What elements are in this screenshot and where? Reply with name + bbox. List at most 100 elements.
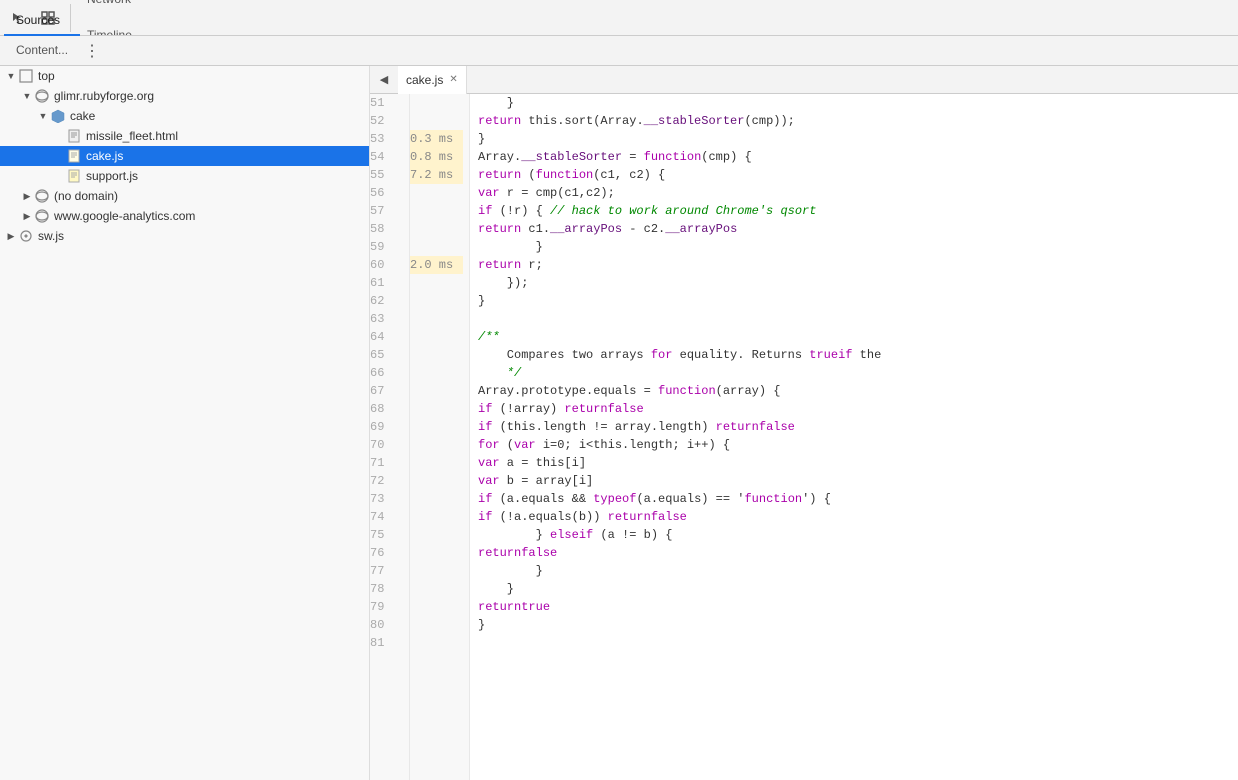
more-options-button[interactable]: ⋮ bbox=[80, 39, 104, 63]
line-number: 67 bbox=[370, 382, 403, 400]
line-number: 61 bbox=[370, 274, 403, 292]
timing-cell bbox=[410, 310, 463, 328]
timing-cell bbox=[410, 598, 463, 616]
file-tabs: ◀ cake.js ✕ bbox=[370, 66, 1238, 94]
code-lines: } return this.sort(Array.__stableSorter(… bbox=[470, 94, 1238, 780]
tree-arrow bbox=[52, 129, 66, 143]
line-number: 74 bbox=[370, 508, 403, 526]
tree-arrow: ▼ bbox=[20, 89, 34, 103]
timing-cell bbox=[410, 526, 463, 544]
tree-item-label: www.google-analytics.com bbox=[54, 209, 195, 223]
timing-cell bbox=[410, 472, 463, 490]
code-line: }); bbox=[478, 274, 1238, 292]
tree-items: ▼top▼glimr.rubyforge.org▼cakemissile_fle… bbox=[0, 66, 369, 246]
timing-cell bbox=[410, 184, 463, 202]
tree-item-top[interactable]: ▼ top bbox=[0, 66, 369, 86]
code-line: return true bbox=[478, 598, 1238, 616]
tree-item-cake[interactable]: ▼cake bbox=[0, 106, 369, 126]
tree-item-icon bbox=[34, 188, 50, 204]
line-number: 78 bbox=[370, 580, 403, 598]
line-number: 58 bbox=[370, 220, 403, 238]
code-line bbox=[478, 634, 1238, 652]
tree-item-cake-js[interactable]: cake.js bbox=[0, 146, 369, 166]
nav-tab-network[interactable]: Network bbox=[75, 0, 168, 18]
timing-cell bbox=[410, 94, 463, 112]
line-number: 65 bbox=[370, 346, 403, 364]
code-line: /** bbox=[478, 328, 1238, 346]
line-number: 63 bbox=[370, 310, 403, 328]
line-number: 64 bbox=[370, 328, 403, 346]
code-line: Array.__stableSorter = function(cmp) { bbox=[478, 148, 1238, 166]
code-line: return r; bbox=[478, 256, 1238, 274]
line-number: 52 bbox=[370, 112, 403, 130]
line-number: 56 bbox=[370, 184, 403, 202]
tree-item-label: cake.js bbox=[86, 149, 123, 163]
line-number: 53 bbox=[370, 130, 403, 148]
top-nav-tabs: ElementsConsoleSourcesApplicationNetwork… bbox=[75, 0, 168, 36]
file-tab-cake-js[interactable]: cake.js ✕ bbox=[398, 66, 467, 94]
code-line: Array.prototype.equals = function(array)… bbox=[478, 382, 1238, 400]
code-line: if (!r) { // hack to work around Chrome'… bbox=[478, 202, 1238, 220]
code-line: for (var i=0; i<this.length; i++) { bbox=[478, 436, 1238, 454]
code-editor[interactable]: 5152535455565758596061626364656667686970… bbox=[370, 94, 1238, 780]
tree-item-icon bbox=[66, 148, 82, 164]
line-number: 71 bbox=[370, 454, 403, 472]
code-line: var r = cmp(c1,c2); bbox=[478, 184, 1238, 202]
timing-cell bbox=[410, 454, 463, 472]
timing-cell bbox=[410, 490, 463, 508]
line-number: 51 bbox=[370, 94, 403, 112]
code-line: } bbox=[478, 562, 1238, 580]
navigate-back-button[interactable]: ◀ bbox=[374, 70, 394, 90]
tree-arrow: ▶ bbox=[4, 229, 18, 243]
timing-cell bbox=[410, 616, 463, 634]
line-number: 75 bbox=[370, 526, 403, 544]
sub-tab-sources[interactable]: Sources bbox=[4, 6, 80, 36]
timing-cell: 2.0 ms bbox=[410, 256, 463, 274]
tree-item-support-js[interactable]: support.js bbox=[0, 166, 369, 186]
tree-item-label: top bbox=[38, 69, 55, 83]
timing-cell bbox=[410, 562, 463, 580]
timing-cell bbox=[410, 436, 463, 454]
sub-nav: SourcesContent...Snippets ⋮ bbox=[0, 36, 1238, 66]
tree-item-icon bbox=[34, 208, 50, 224]
timing-cell bbox=[410, 202, 463, 220]
tree-item-icon bbox=[66, 168, 82, 184]
code-line: if (this.length != array.length) return … bbox=[478, 418, 1238, 436]
line-number: 70 bbox=[370, 436, 403, 454]
timing-cell bbox=[410, 400, 463, 418]
line-number: 73 bbox=[370, 490, 403, 508]
tree-arrow: ▼ bbox=[4, 69, 18, 83]
code-line: return c1.__arrayPos - c2.__arrayPos bbox=[478, 220, 1238, 238]
tree-item--no-domain-[interactable]: ▶(no domain) bbox=[0, 186, 369, 206]
line-number: 57 bbox=[370, 202, 403, 220]
tree-item-label: cake bbox=[70, 109, 95, 123]
timing-cell: 0.3 ms bbox=[410, 130, 463, 148]
file-tab-close[interactable]: ✕ bbox=[449, 74, 457, 85]
timing-cell bbox=[410, 238, 463, 256]
main-layout: ▼top▼glimr.rubyforge.org▼cakemissile_fle… bbox=[0, 66, 1238, 780]
sub-tab-content[interactable]: Content... bbox=[4, 36, 80, 66]
file-tab-label: cake.js bbox=[406, 73, 443, 87]
tree-item-sw-js[interactable]: ▶sw.js bbox=[0, 226, 369, 246]
code-area: ◀ cake.js ✕ 5152535455565758596061626364… bbox=[370, 66, 1238, 780]
tree-item-missile-fleet-html[interactable]: missile_fleet.html bbox=[0, 126, 369, 146]
line-numbers: 5152535455565758596061626364656667686970… bbox=[370, 94, 410, 780]
code-line: return false bbox=[478, 544, 1238, 562]
line-number: 62 bbox=[370, 292, 403, 310]
tree-arrow bbox=[52, 149, 66, 163]
tree-item-icon bbox=[50, 108, 66, 124]
file-tree-sidebar: ▼top▼glimr.rubyforge.org▼cakemissile_fle… bbox=[0, 66, 370, 780]
line-number: 81 bbox=[370, 634, 403, 652]
tree-item-glimr-rubyforge-org[interactable]: ▼glimr.rubyforge.org bbox=[0, 86, 369, 106]
code-line: } bbox=[478, 616, 1238, 634]
tree-item-www-google-analytics-com[interactable]: ▶www.google-analytics.com bbox=[0, 206, 369, 226]
timing-cell bbox=[410, 382, 463, 400]
timing-cell bbox=[410, 634, 463, 652]
code-line: } bbox=[478, 292, 1238, 310]
timing-cell: 7.2 ms bbox=[410, 166, 463, 184]
nav-tab-timeline[interactable]: Timeline bbox=[75, 18, 168, 37]
code-line: } bbox=[478, 580, 1238, 598]
line-number: 54 bbox=[370, 148, 403, 166]
timing-cell bbox=[410, 274, 463, 292]
code-line: */ bbox=[478, 364, 1238, 382]
